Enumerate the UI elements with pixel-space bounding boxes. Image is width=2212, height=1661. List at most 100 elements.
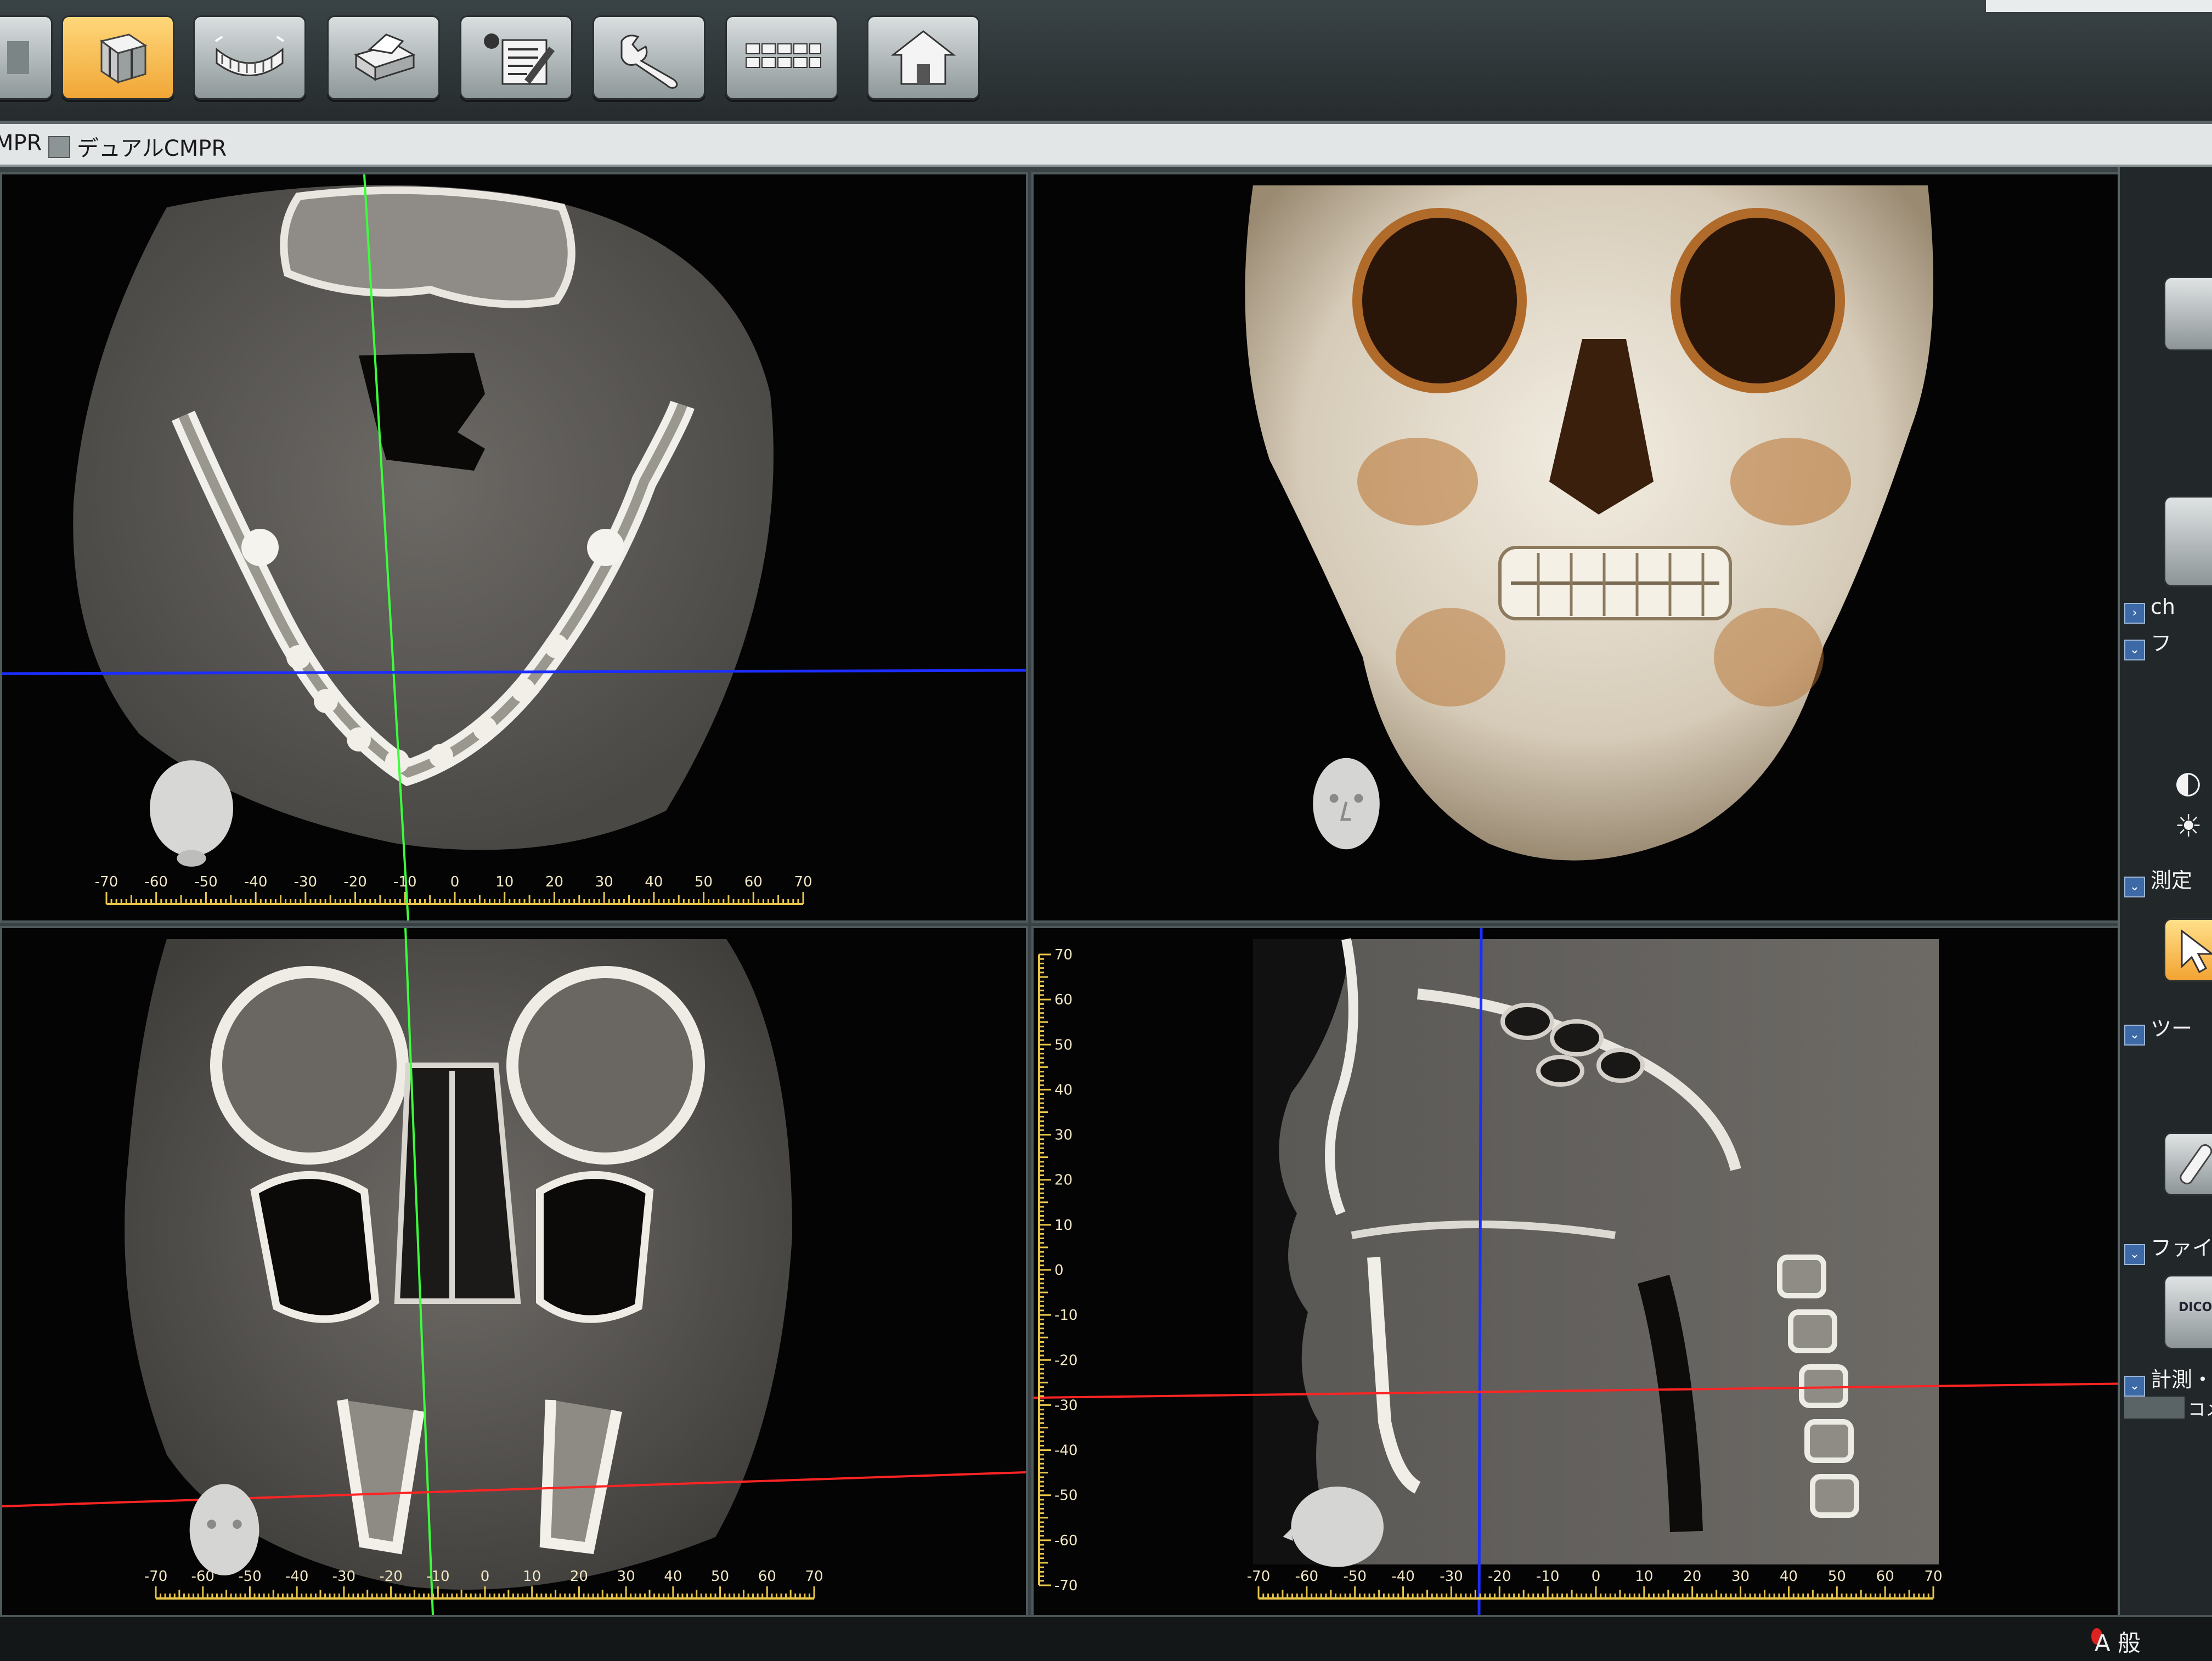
viewport-sagittal[interactable]: -70 -60 -50 -40 -30 -20 -10 0 10 20 30 40 50 60 70 70 6… [1031,926,2142,1617]
viewport-3d-volume[interactable] [1031,172,2142,923]
sagittal-ct-slice: -70 -60 -50 -40 -30 -20 -10 0 10 20 30 40 50 60 70 70 6… [1034,928,2140,1615]
toolbar-button-home[interactable] [867,15,980,100]
print-icon [354,33,416,81]
scale-label: 30 [1054,1127,1073,1144]
toolbar-button-volume[interactable] [61,15,174,100]
grid-layout-icon [746,43,821,68]
scale-label: -20 [343,874,366,890]
scale-label: 50 [1054,1037,1073,1053]
scale-label: -40 [285,1568,308,1585]
head-orientation-icon [189,1484,259,1575]
dicom-label: DICOM [2179,1301,2212,1314]
scale-label: 30 [595,874,613,890]
axial-horizontal-scale: -70 -60 -50 -40 -30 -20 -10 0 10 20 30 40 50 60 70 [95,874,812,905]
scale-label: 40 [1054,1082,1073,1098]
sagittal-vertical-scale: 70 60 50 40 30 20 10 0 -10 -20 -30 -40 -50 -60 -70 [1038,947,1077,1594]
scale-label: 70 [794,874,812,890]
pointer-tool-button[interactable] [2164,918,2212,982]
scale-label: -30 [1440,1568,1463,1585]
scale-label: 0 [450,874,460,890]
scale-label: -10 [1054,1307,1077,1324]
scale-label: 30 [1731,1568,1750,1585]
scale-label: 20 [1683,1568,1701,1585]
viewport-coronal[interactable]: -70 -60 -50 -40 -30 -20 -10 0 10 20 30 40 50 60 70 [0,926,1028,1617]
scale-label: -30 [332,1568,356,1585]
panel-row-tools[interactable]: ⌄ ツー [2124,1012,2193,1046]
scale-label: -10 [393,874,416,890]
panel-row-label: ツー [2151,1016,2193,1041]
scale-label: -30 [294,874,317,890]
contrast-icon[interactable]: ◐ [2175,765,2202,800]
layout-icon [48,136,70,158]
scale-label: -70 [1247,1568,1270,1585]
panel-row-measure[interactable]: ⌄ 測定 [2124,863,2192,897]
toolbar-button-print[interactable] [327,15,440,100]
tab-mpr[interactable]: MPR [0,131,42,156]
tab-dual-cmpr[interactable]: デュアルCMPR [48,131,227,162]
home-icon [890,30,956,85]
panel-row-ch[interactable]: › ch [2124,595,2175,624]
panel-button-refresh[interactable] [2164,496,2212,587]
scale-label: -60 [144,874,167,890]
scale-label: 20 [570,1568,588,1585]
panel-button-partial[interactable] [2164,276,2212,351]
scale-label: 60 [744,874,763,890]
report-edit-icon [484,33,555,85]
toolbar-button-layout[interactable] [725,15,838,100]
panel-row-label: フ [2151,631,2172,656]
toolbar-button-partial[interactable] [0,15,53,100]
panel-row-label: 計測・ア [2151,1368,2212,1392]
tab-dual-cmpr-label: デュアルCMPR [77,136,227,161]
scale-label: 60 [1054,992,1073,1008]
scale-label: 10 [1635,1568,1653,1585]
chevron-down-icon: ⌄ [2124,877,2145,897]
scale-label: 20 [1054,1172,1073,1189]
panoramic-jaw-icon [215,36,285,76]
scale-label: 20 [545,874,563,890]
scale-label: -70 [1054,1578,1077,1594]
window-title-strip [1986,0,2212,12]
scale-label: -20 [1488,1568,1511,1585]
chevron-right-icon: › [2124,603,2145,624]
toolbar-button-report[interactable] [460,15,573,100]
ime-indicator[interactable]: A 般 [2095,1625,2141,1658]
panel-row-f[interactable]: ⌄ フ [2124,626,2172,660]
main-toolbar [0,0,2212,124]
scale-label: 10 [523,1568,541,1585]
scale-label: 10 [495,874,514,890]
panel-row-measure-annotation[interactable]: ⌄ 計測・ア [2124,1363,2212,1397]
scale-label: -50 [1054,1488,1077,1504]
brightness-icon[interactable]: ☀ [2175,809,2202,844]
head-orientation-icon [1313,758,1380,850]
scale-label: -20 [379,1568,402,1585]
panel-row-label: ファイ [2151,1236,2212,1260]
scale-label: -50 [194,874,217,890]
implant-icon [2180,1144,2212,1185]
panel-row-label: コメ [2188,1399,2212,1420]
wrench-icon [620,35,678,89]
cursor-arrow-icon [2181,929,2212,974]
scale-label: 70 [805,1568,823,1585]
toolbar-button-settings[interactable] [592,15,706,100]
chevron-down-icon: ⌄ [2124,1025,2145,1046]
toolbar-button-panoramic[interactable] [193,15,306,100]
chevron-down-icon: ⌄ [2124,1376,2145,1397]
view-icon-partial [7,41,29,74]
implant-tool-button[interactable] [2164,1132,2212,1196]
panel-row-comment[interactable]: コメ [2124,1396,2212,1424]
viewport-grid: -70 -60 -50 -40 -30 -20 -10 0 10 20 30 40 50 60 70 [0,167,2156,1617]
scale-label: 60 [758,1568,776,1585]
tab-bar: MPR デュアルCMPR [0,124,2212,167]
panel-row-file[interactable]: ⌄ ファイ [2124,1231,2212,1265]
head-orientation-icon [150,760,233,867]
scale-label: 50 [711,1568,729,1585]
scale-label: 0 [1054,1262,1064,1279]
scale-label: 0 [1592,1568,1601,1585]
scale-label: 70 [1054,947,1073,963]
scale-label: -10 [426,1568,449,1585]
coronal-ct-slice: -70 -60 -50 -40 -30 -20 -10 0 10 20 30 40 50 60 70 [2,928,1026,1615]
dicom-export-button[interactable]: DICOM [2164,1275,2212,1349]
scale-label: -30 [1054,1397,1077,1414]
viewport-axial[interactable]: -70 -60 -50 -40 -30 -20 -10 0 10 20 30 40 50 60 70 [0,172,1028,923]
scale-label: -70 [144,1568,167,1585]
